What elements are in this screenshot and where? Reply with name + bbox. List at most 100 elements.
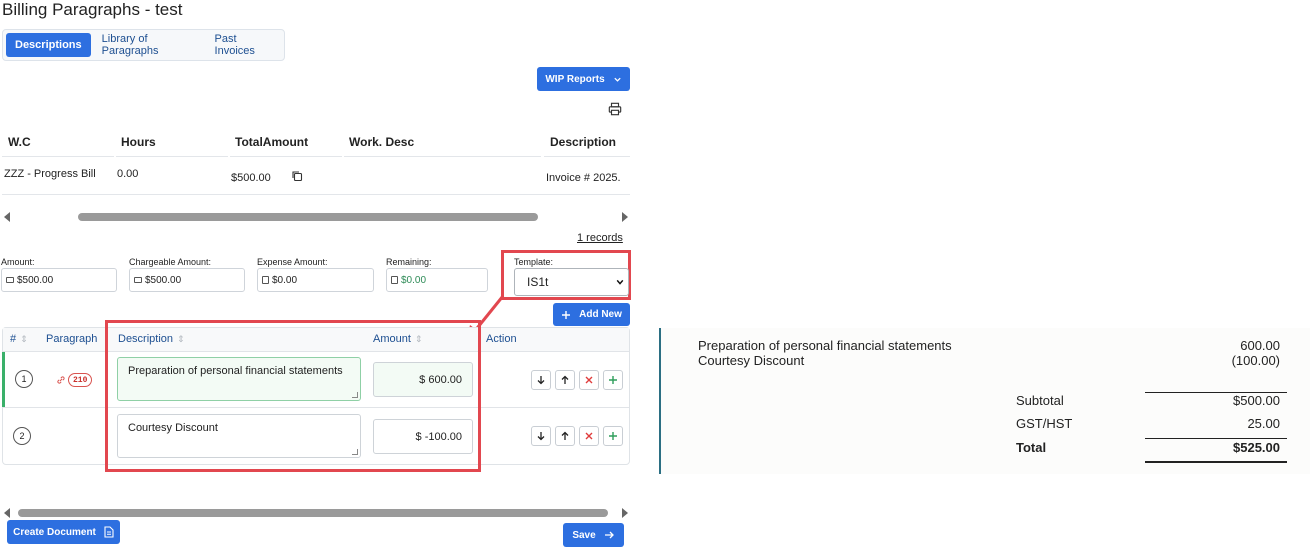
total-rule <box>1145 438 1287 439</box>
table-cell-hours: 0.00 <box>117 168 139 180</box>
printer-icon[interactable] <box>608 102 622 116</box>
create-document-label: Create Document <box>13 526 96 538</box>
expense-amount-label: Expense Amount: <box>257 257 328 267</box>
records-count[interactable]: 1 records <box>577 232 623 244</box>
add-row-button[interactable] <box>603 426 623 446</box>
preview-subtotal-label: Subtotal <box>1016 393 1064 408</box>
template-value: IS1t <box>527 275 549 289</box>
remaining-label: Remaining: <box>386 257 432 267</box>
scroll-left-icon[interactable] <box>4 212 10 222</box>
amount-value: $500.00 <box>17 274 54 286</box>
plus-icon <box>609 432 617 440</box>
column-header-description[interactable]: Description <box>550 135 616 149</box>
chevron-down-icon <box>616 279 624 285</box>
arrow-down-icon <box>537 432 545 441</box>
header-divider <box>344 156 541 157</box>
arrow-right-icon <box>604 531 614 539</box>
grid-header-number[interactable]: # ⇕ <box>10 333 28 345</box>
expense-amount-field[interactable]: $0.00 <box>257 268 374 292</box>
add-new-label: Add New <box>579 309 622 320</box>
plus-icon <box>609 376 617 384</box>
scroll-right-icon[interactable] <box>622 212 628 222</box>
close-icon <box>585 432 593 440</box>
document-icon <box>104 526 114 538</box>
template-select[interactable]: IS1t <box>514 268 629 296</box>
move-up-button[interactable] <box>555 426 575 446</box>
arrow-up-icon <box>561 375 569 384</box>
preview-line-description: Preparation of personal financial statem… <box>698 338 952 353</box>
sort-icon: ⇕ <box>20 334 28 344</box>
header-divider <box>2 156 114 157</box>
money-icon <box>6 277 14 283</box>
table-cell-total-amount: $500.00 <box>231 172 271 184</box>
create-document-button[interactable]: Create Document <box>7 520 120 544</box>
card-icon <box>134 277 142 283</box>
grid-header-paragraph[interactable]: Paragraph <box>46 333 97 345</box>
delete-row-button[interactable] <box>579 370 599 390</box>
table-cell-wc: ZZZ - Progress Bill <box>4 168 96 180</box>
column-header-work-desc[interactable]: Work. Desc <box>349 135 414 149</box>
link-icon <box>57 376 65 384</box>
header-divider <box>230 156 342 157</box>
move-down-button[interactable] <box>531 370 551 390</box>
chargeable-amount-value: $500.00 <box>145 274 182 286</box>
scrollbar-thumb[interactable] <box>78 213 538 221</box>
save-label: Save <box>572 529 596 541</box>
scroll-right-icon[interactable] <box>622 508 628 518</box>
receipt-icon <box>262 276 269 284</box>
header-divider <box>116 156 228 157</box>
delete-row-button[interactable] <box>579 426 599 446</box>
column-header-wc[interactable]: W.C <box>8 135 31 149</box>
preview-total-value: $525.00 <box>1233 440 1280 455</box>
move-up-button[interactable] <box>555 370 575 390</box>
preview-total-label: Total <box>1016 440 1047 455</box>
column-header-hours[interactable]: Hours <box>121 135 156 149</box>
arrow-up-icon <box>561 431 569 440</box>
tab-past-invoices[interactable]: Past Invoices <box>206 33 281 57</box>
description-amount-highlight <box>105 320 481 472</box>
add-row-button[interactable] <box>603 370 623 390</box>
row-selected-indicator <box>2 352 5 407</box>
save-button[interactable]: Save <box>563 523 624 547</box>
copy-icon[interactable] <box>291 170 303 182</box>
row-divider <box>2 194 630 195</box>
row-number: 1 <box>15 370 33 388</box>
arrow-down-icon <box>537 376 545 385</box>
preview-line-description: Courtesy Discount <box>698 353 805 368</box>
preview-line-amount: 600.00 <box>1240 338 1280 353</box>
template-label: Template: <box>514 257 554 267</box>
column-header-total-amount[interactable]: TotalAmount <box>235 135 308 149</box>
paragraph-badge[interactable]: 210 <box>68 373 93 387</box>
wip-reports-button[interactable]: WIP Reports <box>537 67 630 91</box>
tab-bar: Descriptions Library of Paragraphs Past … <box>2 29 285 61</box>
scrollbar-thumb[interactable] <box>18 509 608 517</box>
chevron-down-icon <box>613 77 621 82</box>
remaining-value: $0.00 <box>401 274 427 286</box>
tab-library-of-paragraphs[interactable]: Library of Paragraphs <box>93 33 204 57</box>
calculator-icon <box>391 276 398 284</box>
chargeable-amount-field[interactable]: $500.00 <box>129 268 245 292</box>
move-down-button[interactable] <box>531 426 551 446</box>
expense-amount-value: $0.00 <box>272 274 298 286</box>
preview-tax-label: GST/HST <box>1016 416 1073 431</box>
horizontal-scrollbar[interactable] <box>2 507 630 519</box>
remaining-field[interactable]: $0.00 <box>386 268 488 292</box>
horizontal-scrollbar[interactable] <box>2 211 630 223</box>
plus-icon <box>562 310 571 319</box>
total-double-rule <box>1145 461 1287 463</box>
preview-divider <box>659 328 661 474</box>
add-new-button[interactable]: Add New <box>553 303 630 326</box>
amount-label: Amount: <box>1 257 35 267</box>
scroll-left-icon[interactable] <box>4 508 10 518</box>
row-number: 2 <box>13 427 31 445</box>
amount-field[interactable]: $500.00 <box>1 268 117 292</box>
wip-reports-label: WIP Reports <box>545 73 605 85</box>
preview-subtotal-value: $500.00 <box>1233 393 1280 408</box>
close-icon <box>585 376 593 384</box>
grid-header-action: Action <box>486 333 517 345</box>
table-cell-description: Invoice # 2025. <box>546 172 621 184</box>
chargeable-amount-label: Chargeable Amount: <box>129 257 212 267</box>
preview-line-amount: (100.00) <box>1231 353 1280 368</box>
header-divider <box>544 156 630 157</box>
tab-descriptions[interactable]: Descriptions <box>6 33 91 57</box>
